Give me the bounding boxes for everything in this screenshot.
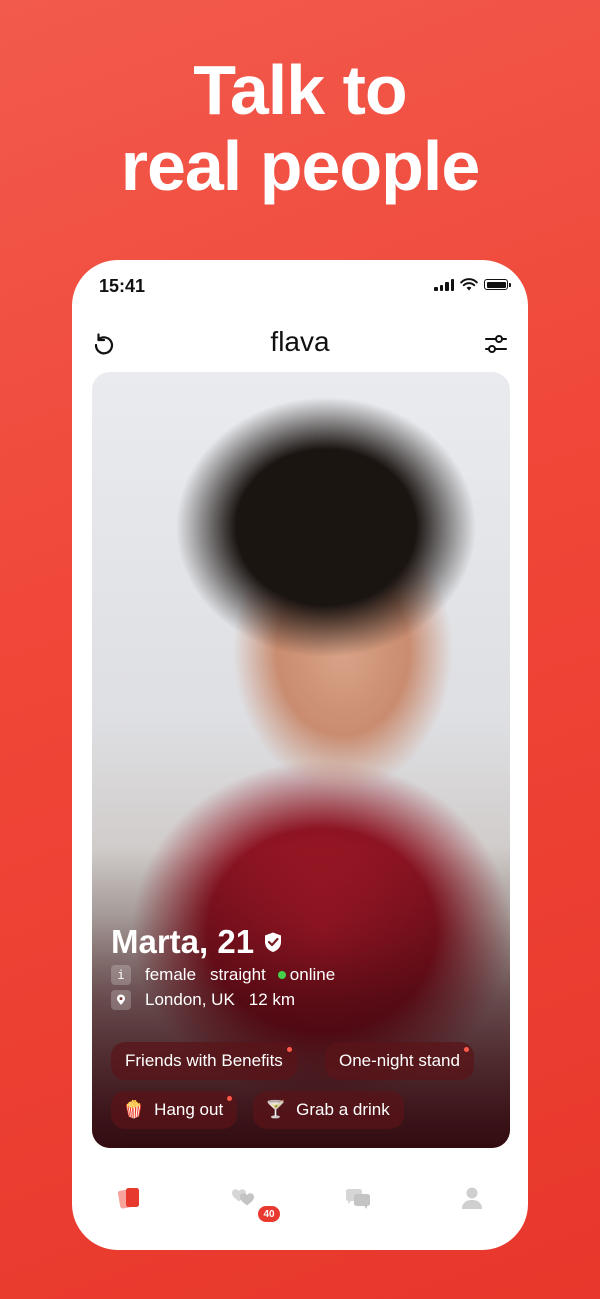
tag-label: Friends with Benefits [125,1051,283,1070]
tag-new-dot [227,1096,233,1101]
tag-label: Grab a drink [296,1100,390,1119]
info-icon: i [111,965,131,985]
filter-sliders-icon[interactable] [482,330,510,358]
tab-bar: 40 [72,1168,528,1228]
online-dot-icon [277,971,286,979]
tab-cards-icon[interactable] [114,1182,146,1214]
status-icons [434,278,511,291]
headline-line-2: real people [120,127,481,205]
online-status: online [277,965,336,985]
profile-gender: female [145,965,197,984]
profile-orientation: straight [210,965,266,984]
app-header: flava [72,322,528,366]
headline: Talk to real people [0,52,600,204]
tab-chats-icon[interactable] [342,1182,374,1214]
location-pin-icon [111,990,131,1010]
online-status-label: online [289,965,336,984]
tag-label: One-night stand [339,1051,460,1070]
profile-distance: 12 km [248,990,296,1009]
profile-info-row: i female straight online [111,965,335,985]
tag-one-night-stand[interactable]: One-night stand [325,1042,474,1080]
likes-count-badge: 40 [258,1206,280,1222]
wifi-icon [460,278,478,291]
tab-profile-icon[interactable] [456,1182,488,1214]
headline-line-1: Talk to [193,51,407,129]
profile-card[interactable]: Marta, 21 i female straight online Londo… [92,372,510,1148]
cellular-signal-icon [434,278,454,291]
tag-new-dot [463,1047,469,1052]
tag-grab-a-drink[interactable]: 🍸 Grab a drink [253,1091,404,1129]
tag-label: Hang out [154,1100,224,1119]
profile-location-row: London, UK 12 km [111,990,295,1010]
tab-likes-hearts-icon[interactable] [228,1182,260,1214]
status-bar: 15:41 [72,260,528,312]
phone-frame: 15:41 flava Marta, 21 i female straight … [72,260,528,1250]
tag-friends-with-benefits[interactable]: Friends with Benefits [111,1042,297,1080]
cocktail-icon: 🍸 [265,1100,287,1119]
battery-icon [484,279,511,290]
profile-name-text: Marta, 21 [111,923,255,960]
profile-location: London, UK [145,990,235,1009]
status-time: 15:41 [99,276,146,296]
verified-badge-icon [265,932,282,952]
profile-name: Marta, 21 [111,923,284,961]
tag-hang-out[interactable]: 🍿 Hang out [111,1091,238,1129]
app-title: flava [270,326,330,357]
popcorn-icon: 🍿 [123,1100,145,1119]
tag-new-dot [286,1047,292,1052]
